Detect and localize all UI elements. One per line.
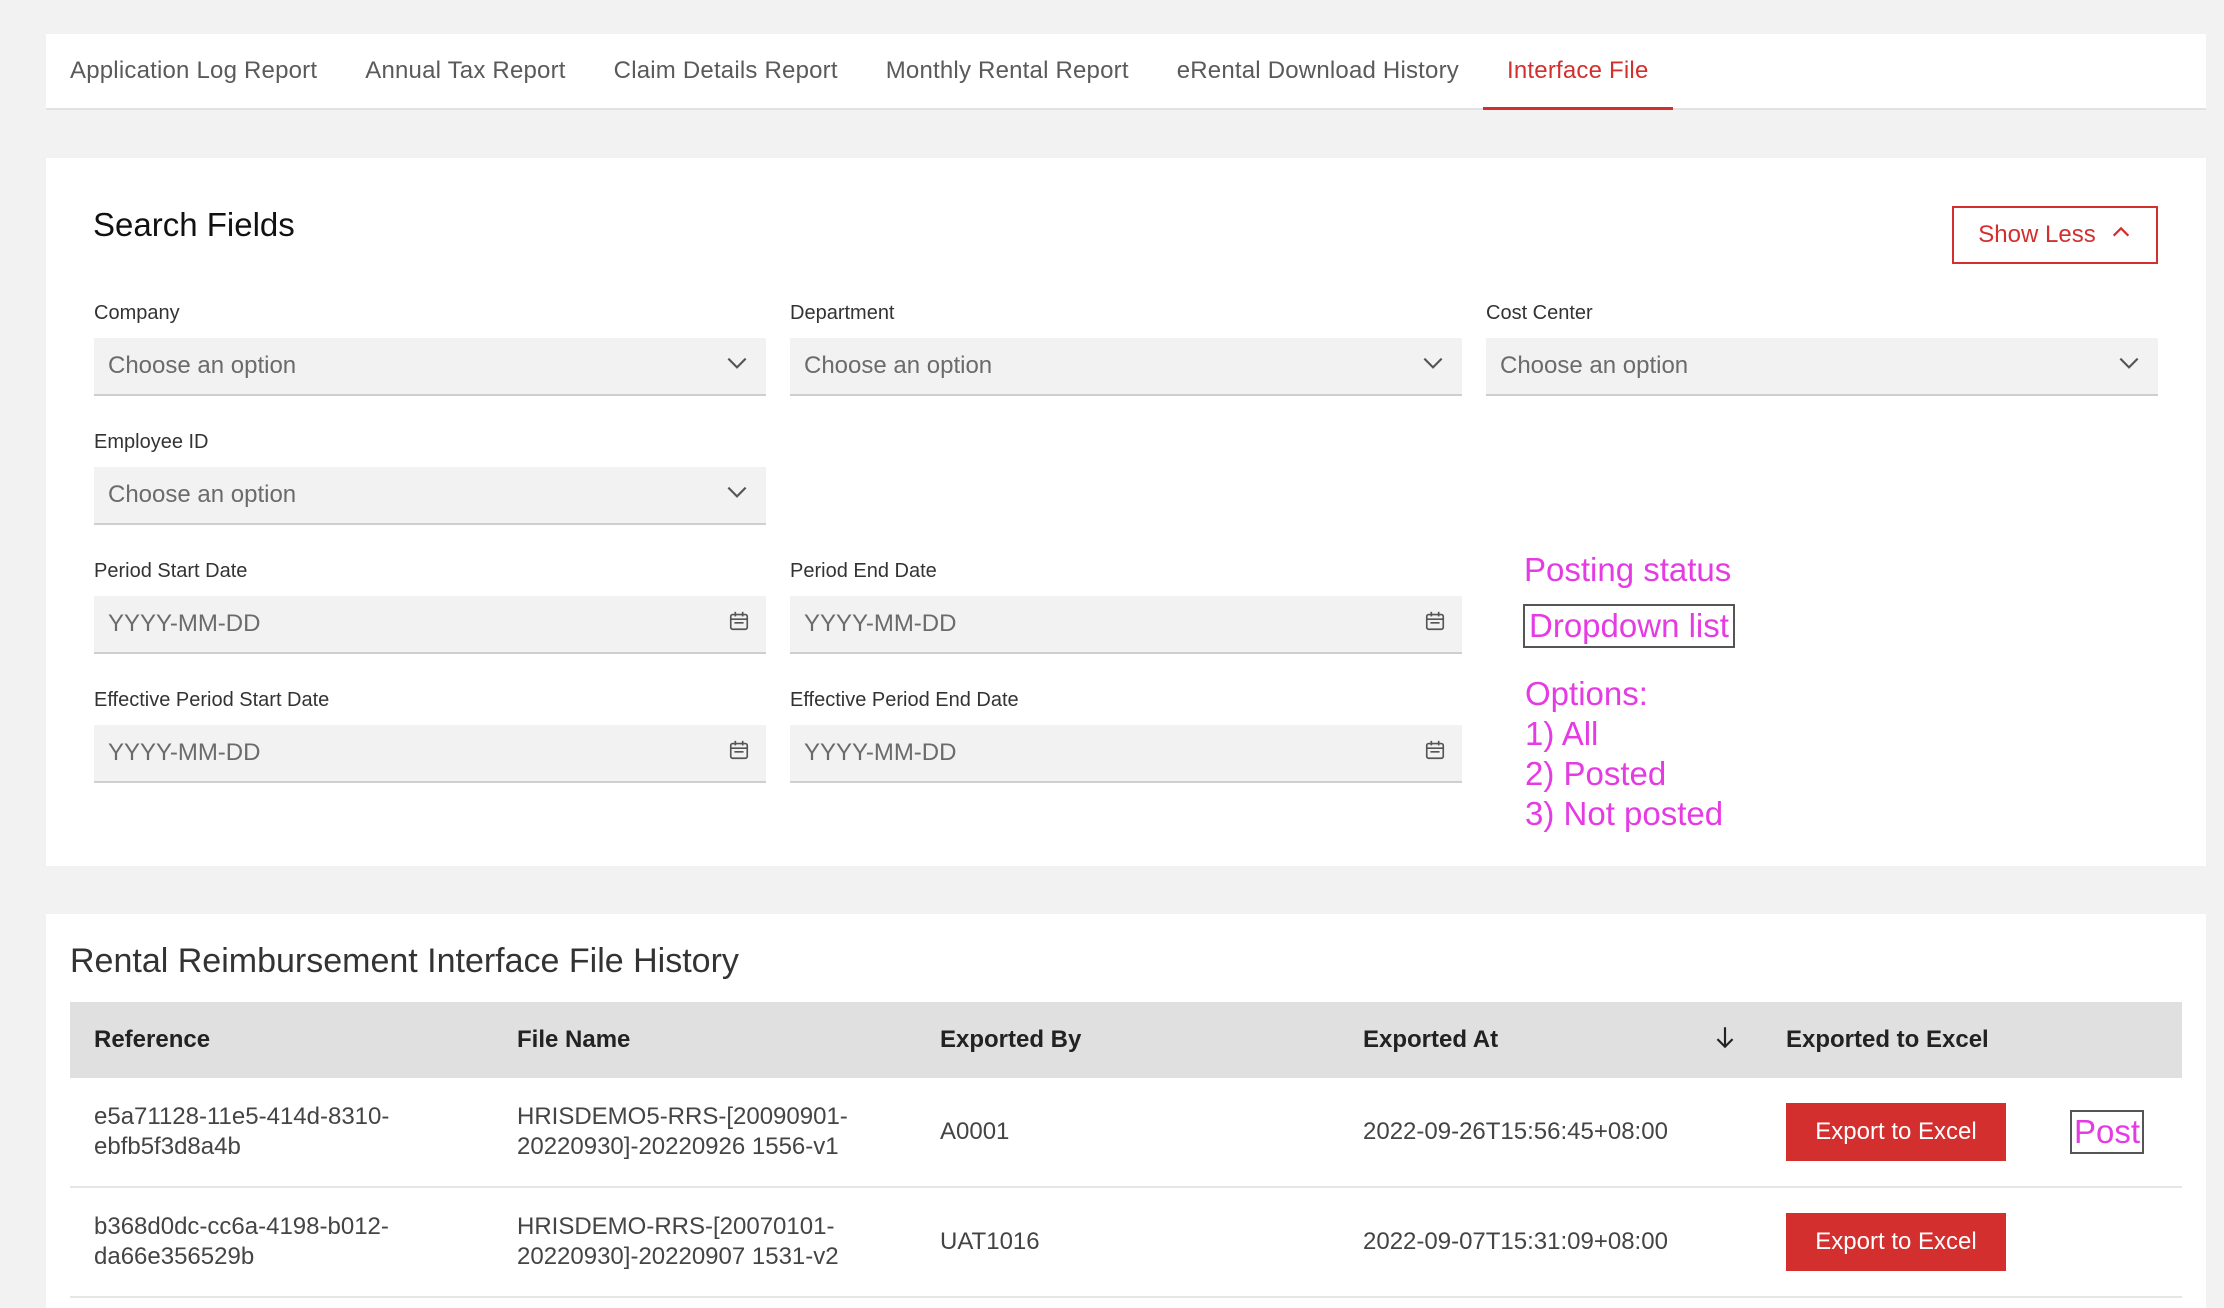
- chevron-up-icon: [2110, 221, 2132, 250]
- file-name-text: HRISDEMO-RRS-[20070101-: [517, 1213, 835, 1240]
- history-title: Rental Reimbursement Interface File Hist…: [70, 942, 739, 980]
- reference-cell: b368d0dc-cc6a-4198-b012- da66e356529b: [70, 1212, 493, 1272]
- tab-claim-details-report[interactable]: Claim Details Report: [590, 34, 862, 108]
- annotation-options-label: Options:: [1525, 675, 1648, 712]
- department-placeholder: Choose an option: [804, 352, 993, 379]
- company-placeholder: Choose an option: [108, 352, 297, 379]
- reference-text: da66e356529b: [94, 1243, 255, 1270]
- history-table: Reference File Name Exported By Exported…: [70, 1002, 2182, 1298]
- file-name-cell: HRISDEMO-RRS-[20070101- 20220930]-202209…: [493, 1212, 916, 1272]
- period-start-date-input[interactable]: YYYY-MM-DD: [94, 596, 766, 654]
- company-select[interactable]: Choose an option: [94, 338, 766, 396]
- chevron-down-icon: [724, 350, 750, 383]
- department-field: Department Choose an option: [790, 302, 1462, 396]
- export-cell: Export to Excel: [1762, 1213, 2182, 1271]
- annotation-option: 1) All: [1525, 715, 1599, 752]
- effective-period-start-date-placeholder: YYYY-MM-DD: [108, 739, 261, 766]
- file-name-text: 20220930]-20220907 1531-v2: [517, 1243, 839, 1270]
- table-row: e5a71128-11e5-414d-8310- ebfb5f3d8a4b HR…: [70, 1078, 2182, 1188]
- exported-at-cell: 2022-09-07T15:31:09+08:00: [1363, 1228, 1668, 1255]
- chevron-down-icon: [1420, 350, 1446, 383]
- company-label: Company: [94, 302, 180, 324]
- effective-period-start-date-input[interactable]: YYYY-MM-DD: [94, 725, 766, 783]
- show-less-button[interactable]: Show Less: [1952, 206, 2158, 264]
- annotation-options: Options: 1) All 2) Posted 3) Not posted: [1525, 674, 1723, 834]
- column-header-exported-to-excel: Exported to Excel: [1786, 1026, 1989, 1053]
- column-header-exported-at[interactable]: Exported At: [1339, 1024, 1762, 1057]
- effective-period-end-date-input[interactable]: YYYY-MM-DD: [790, 725, 1462, 783]
- effective-period-end-date-field: Effective Period End Date YYYY-MM-DD: [790, 689, 1462, 783]
- annotation-dropdown-list: Dropdown list: [1523, 604, 1735, 648]
- interface-file-history-panel: Rental Reimbursement Interface File Hist…: [46, 914, 2206, 1308]
- period-end-date-input[interactable]: YYYY-MM-DD: [790, 596, 1462, 654]
- employee-id-field: Employee ID Choose an option: [94, 431, 766, 525]
- effective-period-start-date-label: Effective Period Start Date: [94, 689, 330, 711]
- period-end-date-field: Period End Date YYYY-MM-DD: [790, 560, 1462, 654]
- report-tab-bar: Application Log Report Annual Tax Report…: [46, 34, 2206, 110]
- export-to-excel-button[interactable]: Export to Excel: [1786, 1213, 2006, 1271]
- department-label: Department: [790, 302, 895, 324]
- show-less-label: Show Less: [1978, 221, 2096, 248]
- calendar-icon[interactable]: [1424, 739, 1446, 768]
- sort-descending-icon[interactable]: [1712, 1024, 1738, 1057]
- tab-application-log-report[interactable]: Application Log Report: [46, 34, 341, 108]
- employee-id-select[interactable]: Choose an option: [94, 467, 766, 525]
- calendar-icon[interactable]: [1424, 610, 1446, 639]
- period-end-date-placeholder: YYYY-MM-DD: [804, 610, 957, 637]
- period-start-date-field: Period Start Date YYYY-MM-DD: [94, 560, 766, 654]
- file-name-cell: HRISDEMO5-RRS-[20090901- 20220930]-20220…: [493, 1102, 916, 1162]
- tab-annual-tax-report[interactable]: Annual Tax Report: [341, 34, 589, 108]
- annotation-option: 3) Not posted: [1525, 795, 1724, 832]
- file-name-text: 20220930]-20220926 1556-v1: [517, 1133, 839, 1160]
- calendar-icon[interactable]: [728, 739, 750, 768]
- cost-center-field: Cost Center Choose an option: [1486, 302, 2158, 396]
- period-end-date-label: Period End Date: [790, 560, 937, 582]
- annotation-post-button[interactable]: Post: [2069, 1110, 2144, 1154]
- department-select[interactable]: Choose an option: [790, 338, 1462, 396]
- chevron-down-icon: [724, 479, 750, 512]
- table-header: Reference File Name Exported By Exported…: [70, 1002, 2182, 1078]
- exported-at-cell: 2022-09-26T15:56:45+08:00: [1363, 1118, 1668, 1145]
- tab-erental-download-history[interactable]: eRental Download History: [1153, 34, 1483, 108]
- column-header-exported-by: Exported By: [940, 1026, 1082, 1053]
- exported-by-cell: UAT1016: [940, 1228, 1040, 1255]
- cost-center-label: Cost Center: [1486, 302, 1593, 324]
- exported-at-label: Exported At: [1363, 1026, 1499, 1053]
- period-start-date-label: Period Start Date: [94, 560, 248, 582]
- table-row: b368d0dc-cc6a-4198-b012- da66e356529b HR…: [70, 1188, 2182, 1298]
- tab-monthly-rental-report[interactable]: Monthly Rental Report: [862, 34, 1153, 108]
- effective-period-end-date-placeholder: YYYY-MM-DD: [804, 739, 957, 766]
- exported-by-cell: A0001: [940, 1118, 1010, 1145]
- company-field: Company Choose an option: [94, 302, 766, 396]
- reference-text: e5a71128-11e5-414d-8310-: [94, 1103, 390, 1130]
- annotation-option: 2) Posted: [1525, 755, 1667, 792]
- column-header-reference: Reference: [94, 1026, 211, 1053]
- effective-period-start-date-field: Effective Period Start Date YYYY-MM-DD: [94, 689, 766, 783]
- export-to-excel-button[interactable]: Export to Excel: [1786, 1103, 2006, 1161]
- reference-text: b368d0dc-cc6a-4198-b012-: [94, 1213, 389, 1240]
- employee-id-label: Employee ID: [94, 431, 209, 453]
- export-cell: Export to Excel Post: [1762, 1103, 2182, 1161]
- effective-period-end-date-label: Effective Period End Date: [790, 689, 1019, 711]
- period-start-date-placeholder: YYYY-MM-DD: [108, 610, 261, 637]
- calendar-icon[interactable]: [728, 610, 750, 639]
- cost-center-select[interactable]: Choose an option: [1486, 338, 2158, 396]
- file-name-text: HRISDEMO5-RRS-[20090901-: [517, 1103, 848, 1130]
- chevron-down-icon: [2116, 350, 2142, 383]
- cost-center-placeholder: Choose an option: [1500, 352, 1689, 379]
- tab-interface-file[interactable]: Interface File: [1482, 34, 1673, 110]
- reference-text: ebfb5f3d8a4b: [94, 1133, 241, 1160]
- search-fields-panel: Search Fields Show Less Company Choose a…: [46, 158, 2206, 866]
- column-header-file-name: File Name: [517, 1026, 631, 1053]
- employee-id-placeholder: Choose an option: [108, 481, 297, 508]
- search-fields-title: Search Fields: [93, 206, 295, 243]
- annotation-posting-status: Posting status: [1524, 551, 1732, 588]
- reference-cell: e5a71128-11e5-414d-8310- ebfb5f3d8a4b: [70, 1102, 493, 1162]
